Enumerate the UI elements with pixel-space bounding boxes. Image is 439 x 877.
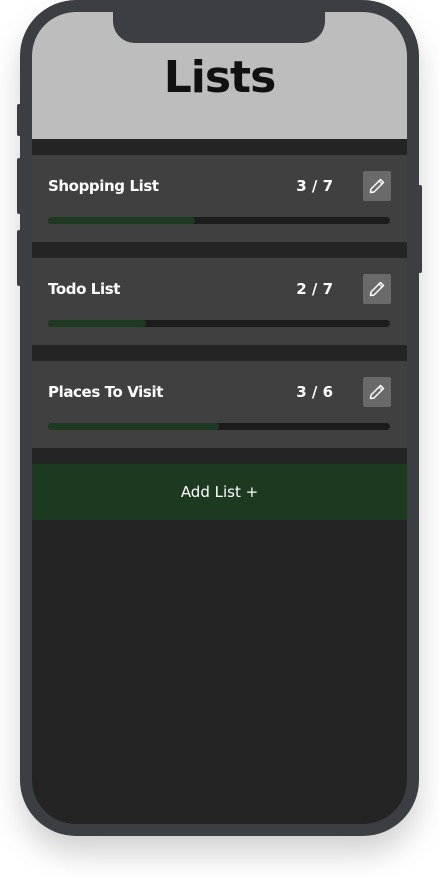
progress-fill [48, 320, 146, 327]
pencil-icon [369, 178, 385, 194]
list-item[interactable]: Todo List 2 / 7 [32, 258, 407, 345]
list-count: 3 / 6 [296, 383, 333, 401]
phone-power-button [418, 185, 422, 273]
progress-bar [48, 217, 390, 224]
list-count: 3 / 7 [296, 177, 333, 195]
edit-list-button[interactable] [363, 377, 391, 407]
pencil-icon [369, 281, 385, 297]
pencil-icon [369, 384, 385, 400]
list-count: 2 / 7 [296, 280, 333, 298]
add-list-button[interactable]: Add List + [32, 464, 407, 520]
edit-list-button[interactable] [363, 274, 391, 304]
edit-list-button[interactable] [363, 171, 391, 201]
phone-frame: Lists Shopping List 3 / 7 Todo List 2 / … [17, 0, 422, 836]
list-item[interactable]: Places To Visit 3 / 6 [32, 361, 407, 448]
progress-bar [48, 320, 390, 327]
phone-notch [113, 12, 325, 43]
progress-fill [48, 423, 219, 430]
phone-mute-switch [17, 104, 21, 136]
phone-volume-up [17, 158, 21, 214]
page-title: Lists [163, 52, 277, 103]
progress-fill [48, 217, 195, 224]
list-name: Shopping List [48, 177, 159, 195]
list-name: Todo List [48, 280, 121, 298]
app-screen: Lists Shopping List 3 / 7 Todo List 2 / … [32, 12, 407, 824]
list-item[interactable]: Shopping List 3 / 7 [32, 155, 407, 242]
phone-volume-down [17, 230, 21, 286]
list-name: Places To Visit [48, 383, 163, 401]
progress-bar [48, 423, 390, 430]
